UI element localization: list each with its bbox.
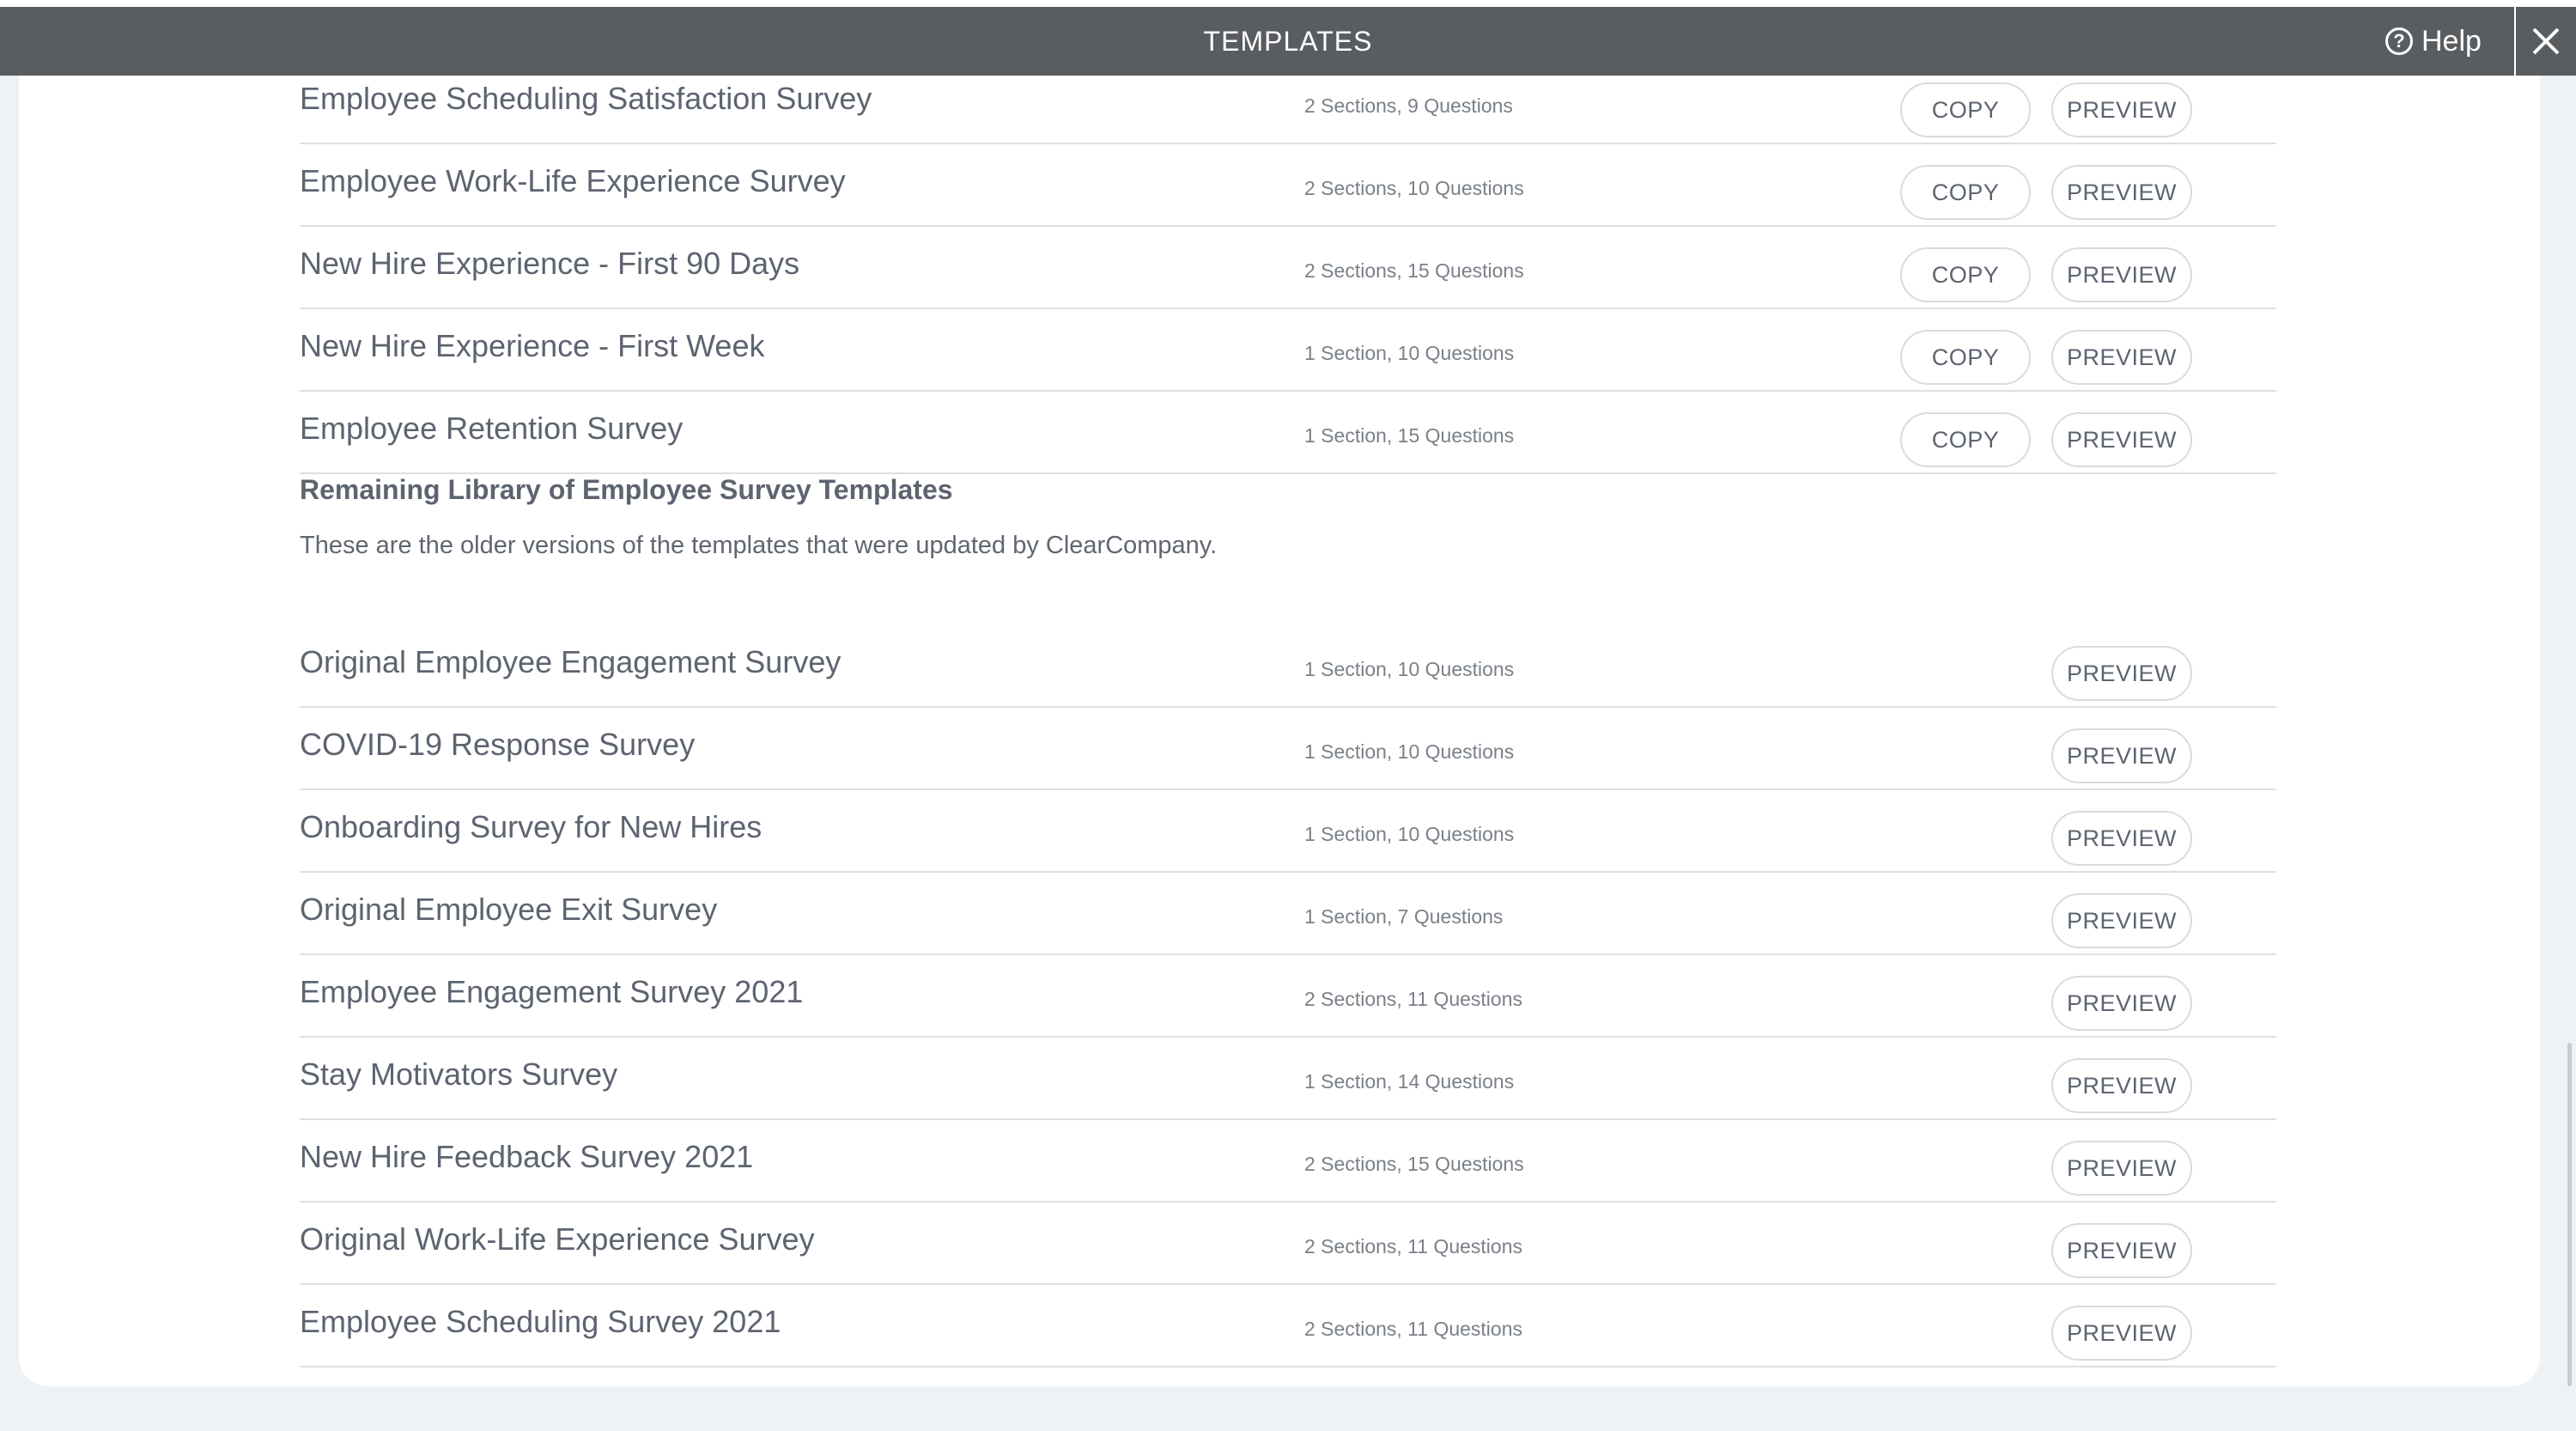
template-section-count: 2 Sections, 10 Questions (1304, 177, 1524, 199)
template-section-count: 1 Section, 7 Questions (1304, 905, 1504, 928)
preview-button[interactable]: PREVIEW (2051, 976, 2192, 1031)
preview-button[interactable]: PREVIEW (2051, 247, 2192, 302)
copy-button[interactable]: COPY (1900, 82, 2031, 137)
template-row: COVID-19 Response Survey 1 Section, 10 Qu… (300, 708, 2276, 790)
preview-button[interactable]: PREVIEW (2051, 728, 2192, 783)
preview-button[interactable]: PREVIEW (2051, 1306, 2192, 1361)
template-name: New Hire Experience - First 90 Days (300, 246, 800, 281)
modal-title: TEMPLATES (1203, 25, 1373, 57)
template-row: Employee Retention Survey 1 Section, 15 Q… (300, 392, 2276, 474)
template-row: Employee Scheduling Satisfaction Survey 2… (300, 76, 2276, 144)
template-section-count: 1 Section, 14 Questions (1304, 1070, 1515, 1093)
template-row: Employee Work-Life Experience Survey 2 Se… (300, 144, 2276, 227)
copy-button[interactable]: COPY (1900, 247, 2031, 302)
preview-button[interactable]: PREVIEW (2051, 811, 2192, 866)
template-row: Stay Motivators Survey 1 Section, 14 Ques… (300, 1038, 2276, 1120)
template-name: COVID-19 Response Survey (300, 727, 696, 762)
template-section-count: 2 Sections, 15 Questions (1304, 259, 1524, 282)
section-title: Remaining Library of Employee Survey Tem… (300, 474, 953, 505)
template-section-count: 1 Section, 10 Questions (1304, 740, 1515, 763)
preview-button[interactable]: PREVIEW (2051, 1058, 2192, 1113)
template-section-count: 1 Section, 15 Questions (1304, 424, 1515, 447)
copy-button[interactable]: COPY (1900, 330, 2031, 385)
scrollbar[interactable] (2567, 1043, 2572, 1386)
remaining-library-section: Remaining Library of Employee Survey Tem… (300, 474, 2276, 560)
preview-button[interactable]: PREVIEW (2051, 330, 2192, 385)
template-row: New Hire Experience - First 90 Days 2 Sec… (300, 227, 2276, 309)
template-section-count: 2 Sections, 15 Questions (1304, 1153, 1524, 1175)
preview-button[interactable]: PREVIEW (2051, 165, 2192, 220)
preview-button[interactable]: PREVIEW (2051, 646, 2192, 701)
template-name: Employee Scheduling Survey 2021 (300, 1304, 781, 1339)
template-section-count: 2 Sections, 11 Questions (1304, 1235, 1522, 1257)
template-section-count: 1 Section, 10 Questions (1304, 342, 1515, 364)
updated-templates-list: Employee Scheduling Satisfaction Survey 2… (300, 76, 2276, 474)
help-label: Help (2421, 24, 2482, 58)
close-button[interactable] (2514, 7, 2576, 76)
template-row: New Hire Feedback Survey 2021 2 Sections,… (300, 1120, 2276, 1203)
help-link[interactable]: ? Help (2385, 7, 2482, 76)
preview-button[interactable]: PREVIEW (2051, 412, 2192, 467)
copy-button[interactable]: COPY (1900, 165, 2031, 220)
template-row: Original Employee Engagement Survey 1 Sec… (300, 625, 2276, 708)
template-section-count: 2 Sections, 11 Questions (1304, 1318, 1522, 1340)
template-name: Original Employee Exit Survey (300, 892, 718, 927)
template-section-count: 1 Section, 10 Questions (1304, 658, 1515, 680)
template-name: Employee Work-Life Experience Survey (300, 163, 846, 198)
template-name: Original Employee Engagement Survey (300, 644, 841, 679)
top-strip (0, 0, 2576, 7)
copy-button[interactable]: COPY (1900, 412, 2031, 467)
template-name: New Hire Feedback Survey 2021 (300, 1139, 754, 1174)
modal-header: TEMPLATES ? Help (0, 7, 2576, 76)
preview-button[interactable]: PREVIEW (2051, 893, 2192, 948)
template-name: Employee Retention Survey (300, 411, 683, 446)
template-section-count: 1 Section, 10 Questions (1304, 823, 1515, 845)
close-icon (2532, 27, 2560, 55)
template-section-count: 2 Sections, 9 Questions (1304, 94, 1513, 117)
template-name: Onboarding Survey for New Hires (300, 809, 762, 844)
templates-panel: Employee Scheduling Satisfaction Survey 2… (19, 76, 2540, 1386)
template-row: Employee Scheduling Survey 2021 2 Section… (300, 1285, 2276, 1367)
question-circle-icon: ? (2385, 27, 2413, 55)
template-row: New Hire Experience - First Week 1 Sectio… (300, 309, 2276, 392)
template-name: New Hire Experience - First Week (300, 328, 765, 363)
section-description: These are the older versions of the temp… (300, 532, 1218, 559)
preview-button[interactable]: PREVIEW (2051, 1223, 2192, 1278)
preview-button[interactable]: PREVIEW (2051, 1141, 2192, 1196)
template-name: Original Work-Life Experience Survey (300, 1221, 815, 1257)
template-row: Original Work-Life Experience Survey 2 Se… (300, 1203, 2276, 1285)
template-section-count: 2 Sections, 11 Questions (1304, 988, 1522, 1010)
template-name: Employee Scheduling Satisfaction Survey (300, 81, 872, 116)
template-name: Employee Engagement Survey 2021 (300, 974, 804, 1009)
template-row: Onboarding Survey for New Hires 1 Section… (300, 790, 2276, 873)
template-row: Employee Engagement Survey 2021 2 Section… (300, 955, 2276, 1038)
remaining-templates-list: Original Employee Engagement Survey 1 Sec… (300, 625, 2276, 1367)
template-row: Original Employee Exit Survey 1 Section, … (300, 873, 2276, 955)
preview-button[interactable]: PREVIEW (2051, 82, 2192, 137)
template-name: Stay Motivators Survey (300, 1057, 618, 1092)
